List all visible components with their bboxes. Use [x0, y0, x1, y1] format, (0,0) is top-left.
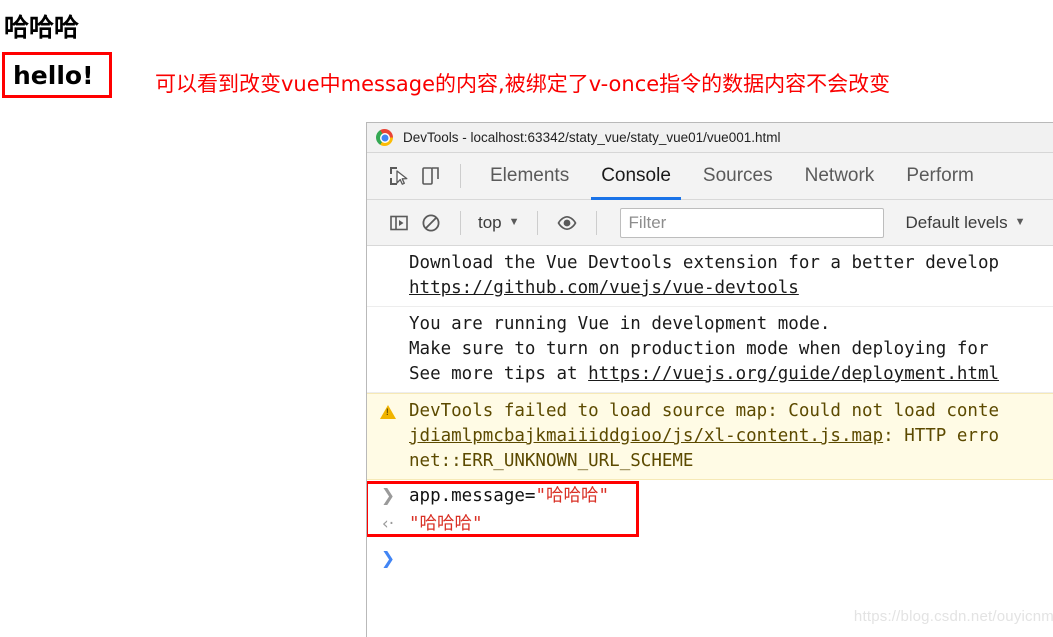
device-toolbar-button[interactable]: [415, 160, 447, 192]
devtools-titlebar: DevTools - localhost:63342/staty_vue/sta…: [367, 123, 1053, 153]
chrome-logo-icon: [376, 129, 393, 146]
console-output-value: "哈哈哈": [409, 514, 483, 534]
console-toolbar: top ▼ Default levels ▼: [367, 200, 1053, 246]
devtools-tabstrip: Elements Console Sources Network Perform: [367, 153, 1053, 200]
console-toolbar-separator-1: [460, 210, 461, 235]
csdn-watermark: https://blog.csdn.net/ouyicnm: [853, 608, 1053, 625]
warning-line-3: net::ERR_UNKNOWN_URL_SCHEME: [409, 451, 694, 471]
console-input-expression: app.message=: [409, 486, 536, 506]
inspect-element-button[interactable]: [383, 160, 415, 192]
tab-network[interactable]: Network: [789, 153, 891, 200]
console-context-selector[interactable]: top ▼: [474, 213, 524, 233]
console-message-source-map-warning: DevTools failed to load source map: Coul…: [367, 393, 1053, 480]
message-line-3-prefix: See more tips at: [409, 364, 589, 384]
console-input-row[interactable]: ❯ app.message="哈哈哈": [367, 480, 1053, 509]
console-message-dev-mode: You are running Vue in development mode.…: [367, 307, 1053, 393]
console-toolbar-separator-3: [595, 210, 597, 235]
console-input-value: "哈哈哈": [535, 486, 610, 506]
console-levels-selector[interactable]: Default levels ▼: [906, 213, 1026, 233]
prompt-chevron-icon: ❯: [380, 549, 396, 569]
devtools-window-title: DevTools - localhost:63342/staty_vue/sta…: [403, 130, 781, 145]
warning-triangle-icon: [380, 405, 396, 419]
message-line-1: Download the Vue Devtools extension for …: [409, 253, 1000, 273]
toolbar-separator: [460, 164, 461, 188]
tab-performance[interactable]: Perform: [890, 153, 990, 200]
warning-line-2-suffix: : HTTP erro: [883, 426, 1000, 446]
console-sidebar-button[interactable]: [383, 207, 415, 239]
inspect-element-icon: [390, 167, 408, 185]
message-text: DevTools failed to load source map: Coul…: [409, 399, 1053, 474]
page-heading-haha: 哈哈哈: [4, 13, 80, 42]
message-gutter: [367, 399, 409, 419]
input-chevron-icon: ❯: [380, 486, 396, 506]
console-message-area[interactable]: Download the Vue Devtools extension for …: [367, 246, 1053, 637]
warning-line-1: DevTools failed to load source map: Coul…: [409, 401, 1000, 421]
console-filter-input[interactable]: [619, 207, 884, 238]
live-expression-eye-icon: [557, 215, 577, 230]
devtools-tab-list: Elements Console Sources Network Perform: [474, 153, 990, 200]
tab-console[interactable]: Console: [585, 153, 687, 200]
message-text: You are running Vue in development mode.…: [409, 312, 1053, 387]
hello-text: hello!: [13, 61, 94, 90]
console-context-label: top: [478, 212, 502, 232]
tab-sources[interactable]: Sources: [687, 153, 789, 200]
console-message-vue-devtools: Download the Vue Devtools extension for …: [367, 246, 1053, 307]
devtools-window: DevTools - localhost:63342/staty_vue/sta…: [366, 122, 1053, 637]
clear-console-button[interactable]: [415, 207, 447, 239]
output-chevron-icon: ‹·: [381, 514, 395, 534]
live-expression-button[interactable]: [551, 207, 583, 239]
console-output-row: ‹· "哈哈哈": [367, 509, 1053, 537]
chevron-down-icon: ▼: [508, 216, 520, 228]
console-input-text: app.message="哈哈哈": [409, 483, 609, 509]
console-toolbar-separator-2: [536, 210, 538, 235]
chevron-down-icon: ▼: [1014, 216, 1026, 228]
source-map-link[interactable]: jdiamlpmcbajkmaiiiddgioo/js/xl-content.j…: [409, 426, 883, 446]
message-line-1: You are running Vue in development mode.: [409, 314, 831, 334]
message-gutter: [367, 312, 409, 314]
hello-highlight-box: hello!: [2, 52, 112, 98]
device-toolbar-icon: [422, 167, 439, 185]
console-levels-label: Default levels: [905, 212, 1008, 232]
tab-elements[interactable]: Elements: [474, 153, 585, 200]
vue-deployment-link[interactable]: https://vuejs.org/guide/deployment.html: [588, 364, 999, 384]
console-evaluation-block: ❯ app.message="哈哈哈" ‹· "哈哈哈": [367, 480, 1053, 537]
message-line-2: Make sure to turn on production mode whe…: [409, 339, 989, 359]
console-sidebar-icon: [390, 215, 408, 230]
clear-console-icon: [422, 214, 440, 231]
console-prompt-row[interactable]: ❯: [367, 537, 1053, 572]
vue-devtools-link[interactable]: https://github.com/vuejs/vue-devtools: [409, 278, 799, 298]
message-gutter: [367, 251, 409, 253]
message-text: Download the Vue Devtools extension for …: [409, 251, 1053, 301]
red-annotation-text: 可以看到改变vue中message的内容,被绑定了v-once指令的数据内容不会…: [155, 72, 891, 96]
